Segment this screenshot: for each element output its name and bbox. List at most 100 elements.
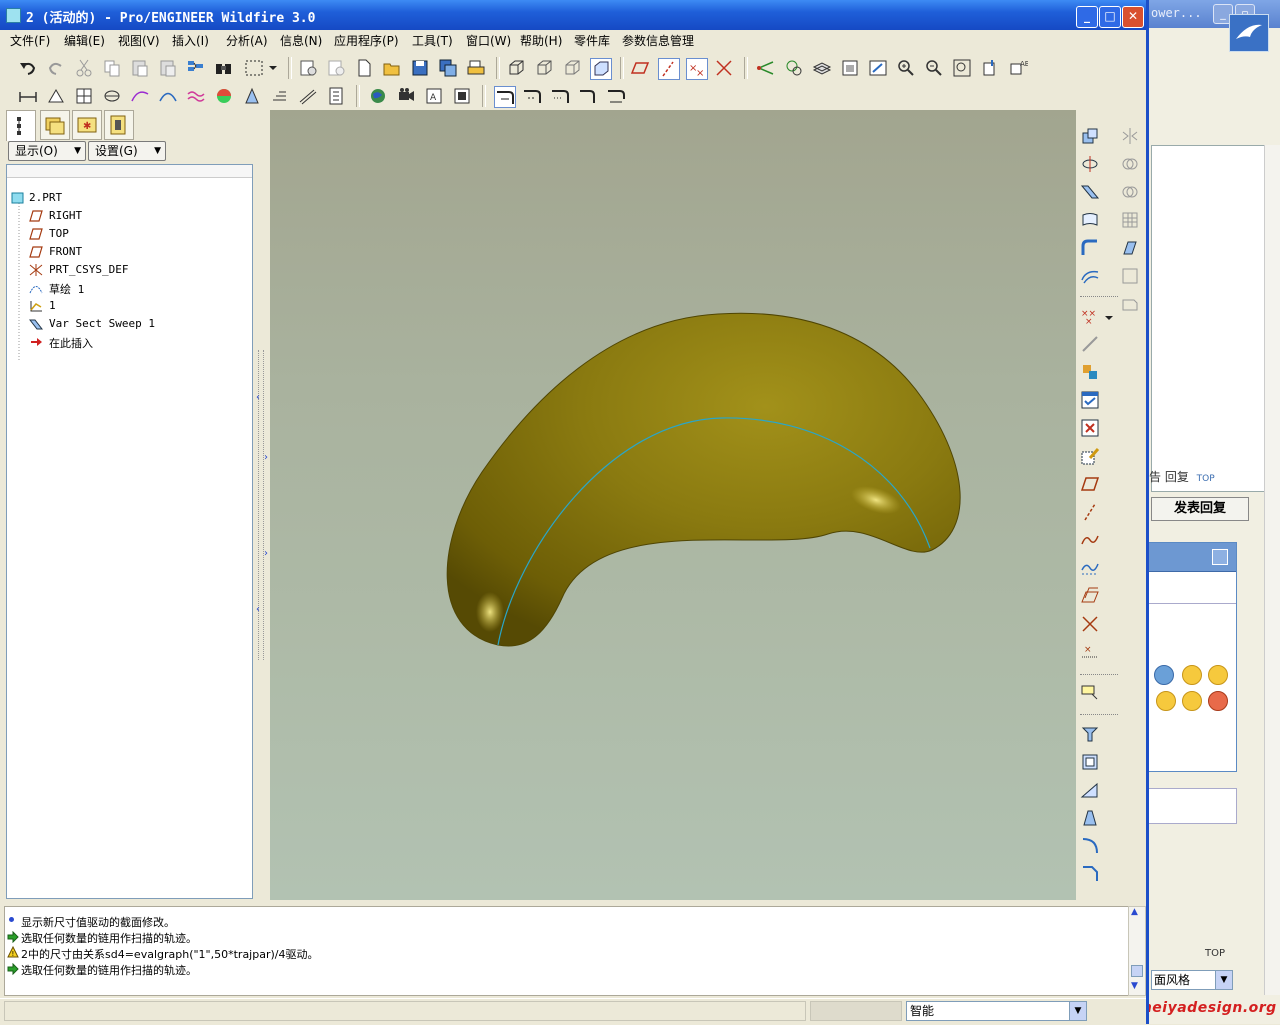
post-reply-button[interactable]: 发表回复 (1151, 497, 1249, 521)
draft-icon[interactable] (1080, 808, 1100, 828)
model-display-icon[interactable] (452, 86, 472, 106)
measure-area-icon[interactable] (46, 86, 66, 106)
menu-window[interactable]: 窗口(W) (466, 32, 511, 49)
offset-icon[interactable] (1120, 266, 1140, 286)
chevron-down-icon[interactable]: ▼ (1069, 1002, 1086, 1020)
sketched-curve-icon[interactable] (1080, 558, 1100, 578)
intersect-icon[interactable] (1120, 182, 1140, 202)
selection-filter-select[interactable]: 智能 ▼ (906, 1001, 1087, 1021)
section-analysis-icon[interactable] (102, 86, 122, 106)
regenerate-icon[interactable] (186, 58, 206, 78)
annotation-icon[interactable]: A (424, 86, 444, 106)
surface-chain-icon[interactable] (550, 86, 570, 106)
revolve-icon[interactable] (1080, 154, 1100, 174)
datum-axis-display-icon[interactable] (658, 58, 680, 80)
menu-edit[interactable]: 编辑(E) (64, 32, 105, 49)
datum-axis-tool-icon[interactable] (1080, 502, 1100, 522)
menu-applications[interactable]: 应用程序(P) (334, 32, 399, 49)
cut-icon[interactable] (74, 58, 94, 78)
emoticon-icon[interactable] (1182, 665, 1202, 685)
show-dropdown[interactable]: 显示(O) ▼ (8, 141, 86, 161)
view-manager-icon[interactable] (840, 58, 860, 78)
chevron-down-icon[interactable] (266, 58, 286, 78)
reply-links[interactable]: 告 回复 TOP (1149, 468, 1215, 485)
tab-connections[interactable] (104, 110, 134, 140)
emoticon-icon[interactable] (1208, 665, 1228, 685)
video-icon[interactable] (396, 86, 416, 106)
pattern-icon[interactable] (1120, 210, 1140, 230)
datum-point-tool-icon[interactable]: × (1080, 642, 1100, 662)
curvature-icon[interactable] (158, 86, 178, 106)
panel-toggle-icon[interactable] (1212, 549, 1228, 565)
tab-model-tree[interactable] (6, 110, 36, 141)
spin-icon[interactable] (784, 58, 804, 78)
csys-tool-icon[interactable] (1080, 614, 1100, 634)
emoticon-icon[interactable] (1208, 691, 1228, 711)
annotation-feature-icon[interactable] (1080, 682, 1100, 702)
chamfer-icon[interactable] (1080, 864, 1100, 884)
background-scrollbar[interactable] (1264, 145, 1280, 995)
menu-info[interactable]: 信息(N) (280, 32, 322, 49)
shell-icon[interactable] (1080, 752, 1100, 772)
menu-analysis[interactable]: 分析(A) (226, 32, 268, 49)
expand-arrow-icon[interactable]: › (264, 548, 268, 559)
paste-icon[interactable] (130, 58, 150, 78)
datum-plane-tool-icon[interactable] (1080, 474, 1100, 494)
settings-dropdown[interactable]: 设置(G) ▼ (88, 141, 166, 161)
title-bar[interactable]: 2 (活动的) - Pro/ENGINEER Wildfire 3.0 _ □ … (0, 0, 1146, 30)
close-button[interactable]: ✕ (1122, 6, 1144, 28)
menu-tools[interactable]: 工具(T) (412, 32, 453, 49)
scroll-up-icon[interactable]: ▲ (1131, 907, 1138, 917)
no-hidden-icon[interactable] (562, 58, 582, 78)
chain-tool-icon[interactable] (522, 86, 542, 106)
curve-chain-icon[interactable] (578, 86, 598, 106)
sketch-tool-icon[interactable] (1080, 446, 1100, 466)
edit-definition-icon[interactable] (1080, 390, 1100, 410)
menu-insert[interactable]: 插入(I) (172, 32, 209, 49)
saved-views-icon[interactable]: AB (1008, 58, 1028, 78)
shaded-curvature-icon[interactable] (214, 86, 234, 106)
copy-feature-icon[interactable] (1080, 126, 1100, 146)
hidden-line-icon[interactable] (534, 58, 554, 78)
maximize-button[interactable]: □ (1099, 6, 1121, 28)
thicken-icon[interactable] (1120, 294, 1140, 314)
measure-distance-icon[interactable] (18, 86, 38, 106)
refit-icon[interactable] (868, 58, 888, 78)
open-icon[interactable] (382, 58, 402, 78)
sweep-feature-icon[interactable] (1080, 182, 1100, 202)
banana-sweep-model[interactable] (270, 110, 1076, 900)
datum-graph-icon[interactable] (1080, 362, 1100, 382)
analysis-feature-icon[interactable] (1080, 334, 1100, 354)
navigator-splitter[interactable]: ‹ › › ‹ (256, 110, 270, 900)
wireframe-icon[interactable] (506, 58, 526, 78)
paste-special-icon[interactable] (158, 58, 178, 78)
mass-props-icon[interactable] (74, 86, 94, 106)
extend-icon[interactable] (1120, 238, 1140, 258)
collapse-arrow-icon[interactable]: ‹ (256, 604, 260, 615)
emoticon-icon[interactable] (1156, 691, 1176, 711)
style-select[interactable]: 面风格 ▼ (1151, 970, 1233, 990)
repaint-icon[interactable] (298, 58, 318, 78)
scroll-thumb[interactable] (1131, 965, 1143, 977)
csys-display-icon[interactable] (714, 58, 734, 78)
chevron-down-icon[interactable]: ▼ (1215, 971, 1232, 989)
web-browser-icon[interactable] (368, 86, 388, 106)
shading-icon[interactable] (590, 58, 612, 80)
rib-icon[interactable] (1080, 780, 1100, 800)
select-tool-icon[interactable] (494, 86, 516, 108)
draft-check-icon[interactable] (242, 86, 262, 106)
menu-view[interactable]: 视图(V) (118, 32, 160, 49)
emoticon-icon[interactable] (1154, 665, 1174, 685)
datum-plane-display-icon[interactable] (630, 58, 650, 78)
save-copy-icon[interactable] (438, 58, 458, 78)
menu-help[interactable]: 帮助(H) (520, 32, 562, 49)
save-icon[interactable] (410, 58, 430, 78)
boundary-chain-icon[interactable] (606, 86, 626, 106)
round-icon[interactable] (1080, 238, 1100, 258)
tab-favorites[interactable]: ✱ (72, 110, 102, 140)
print-icon[interactable] (466, 58, 486, 78)
graphics-viewport[interactable] (270, 110, 1076, 900)
top-link[interactable]: TOP (1197, 474, 1215, 484)
blend-icon[interactable] (1080, 210, 1100, 230)
datum-plane-offset-icon[interactable] (1080, 586, 1100, 606)
